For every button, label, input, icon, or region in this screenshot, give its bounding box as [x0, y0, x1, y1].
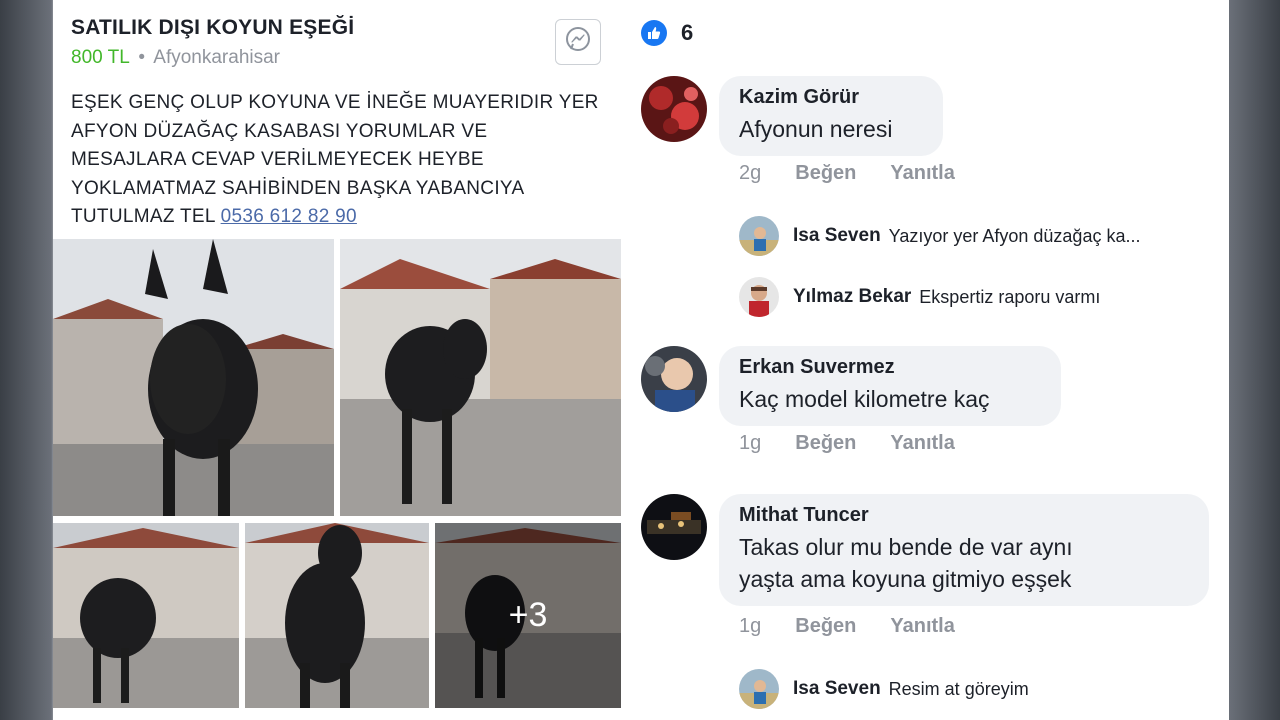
- avatar[interactable]: [641, 76, 707, 142]
- reactions-summary[interactable]: 6: [641, 20, 693, 46]
- comment-author[interactable]: Erkan Suvermez: [739, 356, 1041, 379]
- comment-text: Takas olur mu bende de var aynı yaşta am…: [739, 531, 1189, 595]
- reply-author[interactable]: Isa Seven: [793, 678, 881, 700]
- reply-item: Isa Seven Yazıyor yer Afyon düzağaç ka..…: [739, 216, 1140, 256]
- reply-author[interactable]: Isa Seven: [793, 225, 881, 247]
- like-button[interactable]: Beğen: [795, 432, 856, 455]
- messenger-button[interactable]: [555, 19, 601, 65]
- avatar[interactable]: [641, 346, 707, 412]
- comment-time[interactable]: 1g: [739, 615, 761, 638]
- comment-author[interactable]: Mithat Tuncer: [739, 504, 1189, 527]
- reply-item: Yılmaz Bekar Ekspertiz raporu varmı: [739, 277, 1100, 317]
- comment-bubble: Kazim Görür Afyonun neresi: [719, 76, 943, 156]
- listing-photo-5[interactable]: +3: [435, 523, 621, 708]
- reply-button[interactable]: Yanıtla: [890, 162, 954, 185]
- reply-button[interactable]: Yanıtla: [890, 615, 954, 638]
- comment-bubble: Erkan Suvermez Kaç model kilometre kaç: [719, 346, 1061, 426]
- listing-description: EŞEK GENÇ OLUP KOYUNA VE İNEĞE MUAYERIDI…: [71, 89, 606, 232]
- reply-author[interactable]: Yılmaz Bekar: [793, 286, 911, 308]
- comment-time[interactable]: 1g: [739, 432, 761, 455]
- reply-text: Resim at göreyim: [888, 678, 1029, 699]
- separator-dot: •: [138, 47, 146, 68]
- more-photos-overlay[interactable]: +3: [435, 523, 621, 708]
- listing-photo-4[interactable]: [245, 523, 429, 708]
- comment-actions: 2g Beğen Yanıtla: [739, 162, 989, 185]
- listing-title: SATILIK DIŞI KOYUN EŞEĞİ: [71, 16, 355, 39]
- comment-actions: 1g Beğen Yanıtla: [739, 432, 989, 455]
- marketplace-listing: SATILIK DIŞI KOYUN EŞEĞİ 800 TL • Afyonk…: [53, 0, 621, 720]
- reply-text: Yazıyor yer Afyon düzağaç ka...: [888, 225, 1141, 246]
- like-icon: [641, 20, 667, 46]
- like-count: 6: [681, 20, 694, 45]
- comment-actions: 1g Beğen Yanıtla: [739, 615, 989, 638]
- listing-photo-2[interactable]: [340, 239, 621, 516]
- listing-photo-3[interactable]: [53, 523, 239, 708]
- comment-text-line: Takas olur mu bende de var aynı: [739, 534, 1073, 560]
- listing-price: 800 TL: [71, 47, 130, 68]
- listing-photo-1[interactable]: [53, 239, 334, 516]
- messenger-icon: [563, 25, 593, 60]
- comment-time[interactable]: 2g: [739, 162, 761, 185]
- reply-button[interactable]: Yanıtla: [890, 432, 954, 455]
- price-row: 800 TL • Afyonkarahisar: [71, 47, 280, 69]
- avatar[interactable]: [739, 216, 779, 256]
- comment-text: Afyonun neresi: [739, 116, 893, 142]
- reply-text: Ekspertiz raporu varmı: [919, 286, 1101, 307]
- like-button[interactable]: Beğen: [795, 162, 856, 185]
- comment-text-line: yaşta ama koyuna gitmiyo eşşek: [739, 566, 1072, 592]
- phone-link[interactable]: 0536 612 82 90: [221, 206, 357, 227]
- avatar[interactable]: [739, 277, 779, 317]
- comment-author[interactable]: Kazim Görür: [739, 86, 923, 109]
- avatar[interactable]: [641, 494, 707, 560]
- reply-item: Isa Seven Resim at göreyim: [739, 669, 1029, 709]
- comments-panel: 6 Kazim Görür Afyonun neresi 2g Beğen Ya…: [621, 0, 1229, 720]
- like-button[interactable]: Beğen: [795, 615, 856, 638]
- comment-text: Kaç model kilometre kaç: [739, 386, 990, 412]
- avatar[interactable]: [739, 669, 779, 709]
- comment-bubble: Mithat Tuncer Takas olur mu bende de var…: [719, 494, 1209, 606]
- listing-location[interactable]: Afyonkarahisar: [153, 47, 280, 68]
